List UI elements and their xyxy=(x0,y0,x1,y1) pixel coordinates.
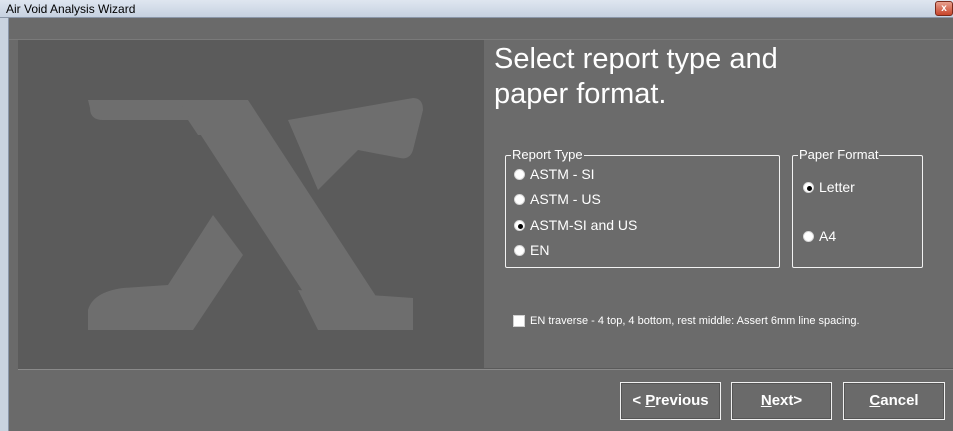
paper-format-legend: Paper Format xyxy=(798,147,880,162)
cancel-rest: ancel xyxy=(880,392,919,409)
page-title-line1: Select report type and xyxy=(494,43,778,75)
radio-label: ASTM-SI and US xyxy=(530,217,638,233)
paper-format-group: Paper Format xyxy=(792,148,923,268)
previous-accel: P xyxy=(645,392,656,409)
logo-panel xyxy=(18,40,484,368)
radio-label: Letter xyxy=(819,179,855,195)
x-logo-icon xyxy=(88,98,423,330)
page-title-line2: paper format. xyxy=(494,78,667,110)
page-title: Select report type and paper format. xyxy=(494,42,874,112)
radio-indicator[interactable] xyxy=(803,181,814,193)
radio-label: EN xyxy=(530,242,550,258)
cancel-button[interactable]: Cancel xyxy=(843,382,945,420)
next-accel: N xyxy=(760,392,772,409)
radio-label: ASTM - US xyxy=(530,191,601,207)
radio-astm-us[interactable]: ASTM - US xyxy=(514,191,601,207)
radio-a4[interactable]: A4 xyxy=(803,228,836,244)
radio-indicator[interactable] xyxy=(514,244,525,256)
radio-astm-si[interactable]: ASTM - SI xyxy=(514,166,595,182)
radio-label: ASTM - SI xyxy=(530,166,595,182)
en-traverse-checkbox[interactable]: EN traverse - 4 top, 4 bottom, rest midd… xyxy=(513,315,860,327)
radio-en[interactable]: EN xyxy=(514,242,549,258)
checkbox-box[interactable] xyxy=(513,315,525,327)
cancel-accel: C xyxy=(869,392,881,409)
radio-astm-si-and-us[interactable]: ASTM-SI and US xyxy=(514,217,637,233)
previous-rest: revious xyxy=(655,392,709,409)
radio-indicator[interactable] xyxy=(514,193,525,205)
radio-label: A4 xyxy=(819,228,837,244)
radio-indicator[interactable] xyxy=(514,219,525,231)
next-rest: ext> xyxy=(771,392,803,409)
next-button[interactable]: Next> xyxy=(731,382,832,420)
en-traverse-label: EN traverse - 4 top, 4 bottom, rest midd… xyxy=(530,315,860,327)
report-type-legend: Report Type xyxy=(511,147,584,162)
previous-prefix: < xyxy=(632,392,646,409)
radio-indicator[interactable] xyxy=(514,168,525,180)
window-title: Air Void Analysis Wizard xyxy=(6,2,136,16)
title-bar: Air Void Analysis Wizard x xyxy=(0,0,953,18)
close-icon[interactable]: x xyxy=(935,1,953,16)
previous-button[interactable]: < Previous xyxy=(620,382,721,420)
radio-letter[interactable]: Letter xyxy=(803,179,855,195)
radio-indicator[interactable] xyxy=(803,230,814,242)
